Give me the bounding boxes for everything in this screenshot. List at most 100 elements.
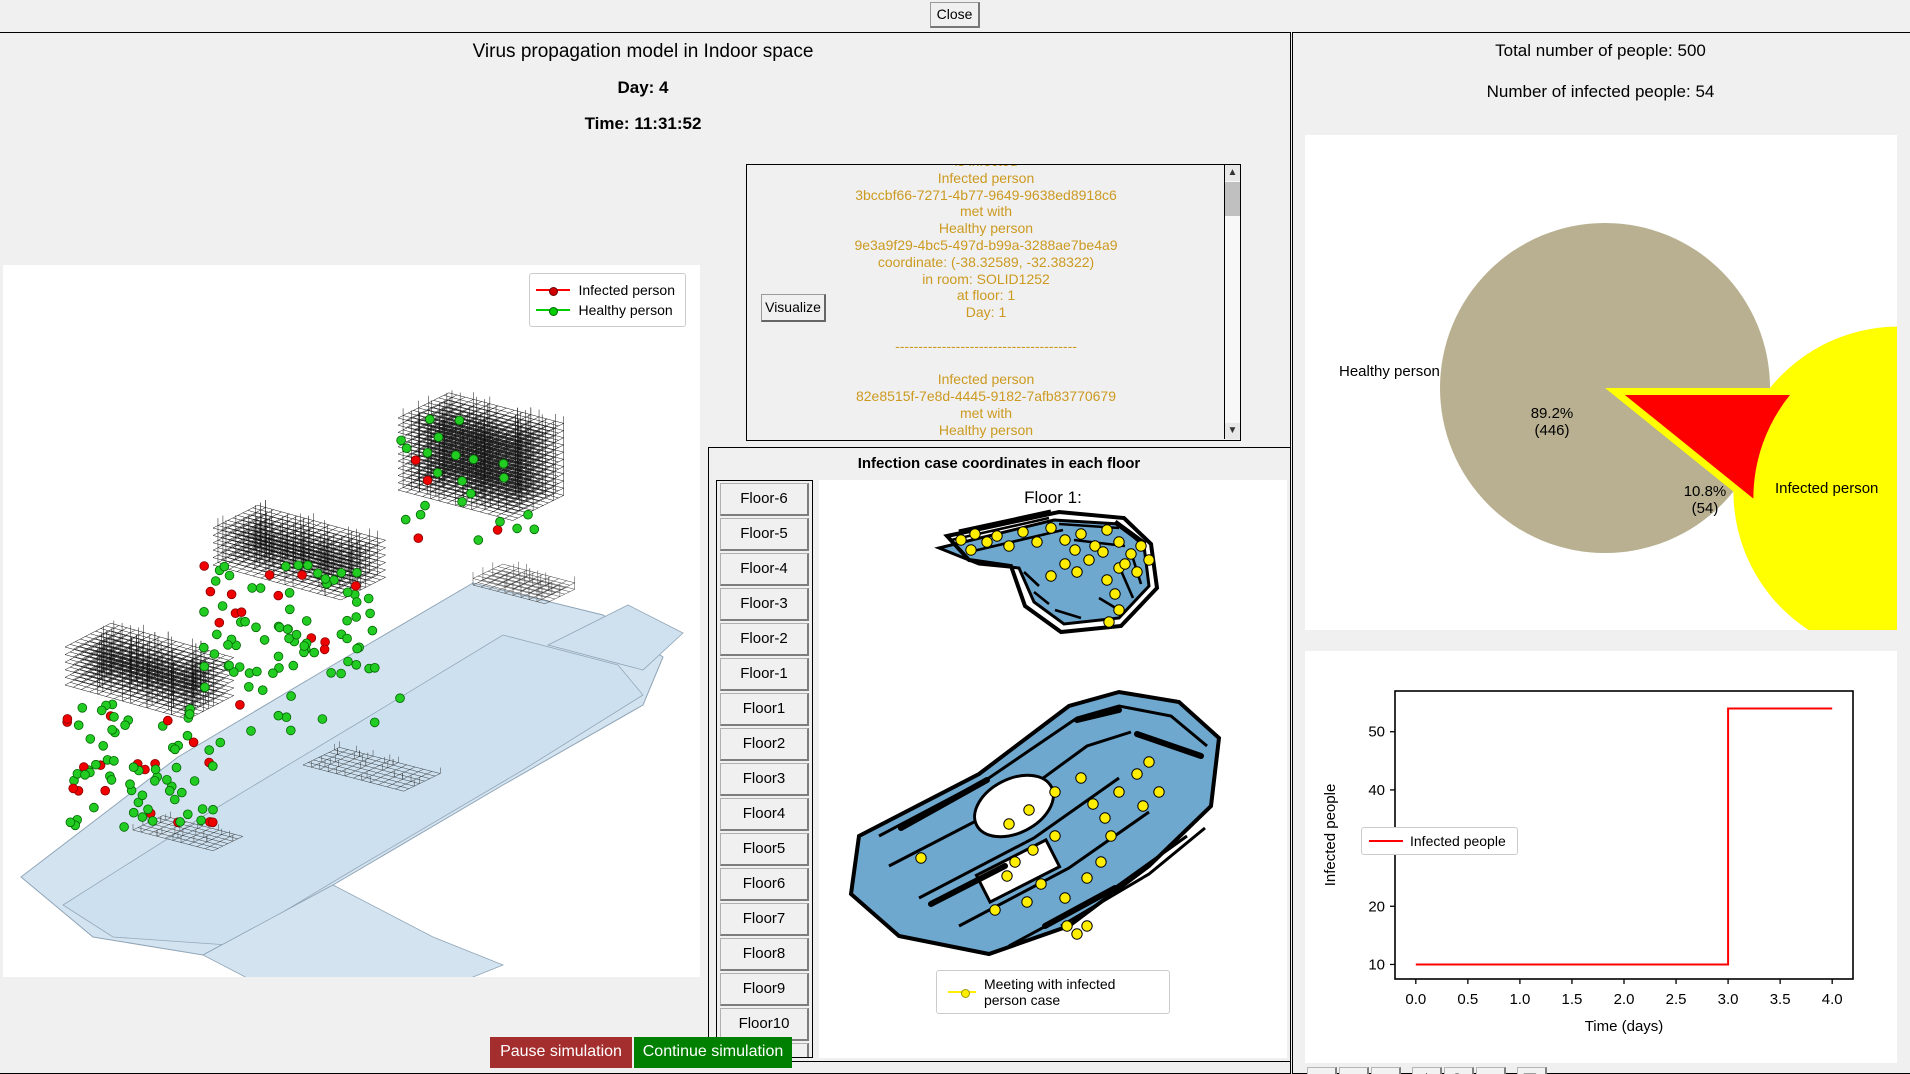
- line-legend-label: Infected people: [1410, 833, 1506, 849]
- healthy-person-dot: [244, 681, 254, 692]
- floor-button-floor5[interactable]: Floor5: [720, 833, 809, 866]
- meeting-case-dot: [1045, 570, 1057, 582]
- visualize-button[interactable]: Visualize: [761, 294, 826, 322]
- page-title: Virus propagation model in Indoor space: [472, 41, 814, 62]
- home-icon[interactable]: [1307, 1067, 1337, 1074]
- pause-simulation-button[interactable]: Pause simulation: [490, 1037, 632, 1068]
- meeting-case-dot: [1101, 574, 1113, 586]
- healthy-person-dot: [433, 432, 444, 443]
- pie-svg: [1440, 223, 1910, 657]
- floor-button-floor8[interactable]: Floor8: [720, 938, 809, 971]
- meeting-case-dot: [1101, 524, 1113, 536]
- healthy-person-dot: [400, 514, 411, 525]
- meeting-case-dot: [1113, 786, 1125, 798]
- back-arrow-icon[interactable]: [1339, 1067, 1369, 1074]
- healthy-person-dot: [468, 454, 479, 465]
- time-label: Time: 11:31:52: [584, 114, 702, 133]
- healthy-person-dot: [170, 794, 180, 805]
- x-tick-label: 4.0: [1822, 991, 1843, 1008]
- meeting-case-dot: [1125, 548, 1137, 560]
- scrollbar-thumb[interactable]: [1225, 182, 1240, 216]
- floor-button-floor-3[interactable]: Floor-3: [720, 588, 809, 621]
- floor-button-floor4[interactable]: Floor4: [720, 798, 809, 831]
- floor-button-floor6[interactable]: Floor6: [720, 868, 809, 901]
- healthy-person-dot: [498, 458, 509, 469]
- floor-button-floor-4[interactable]: Floor-4: [720, 553, 809, 586]
- healthy-person-dot: [336, 567, 347, 578]
- healthy-person-dot: [291, 629, 302, 640]
- healthy-person-dot: [224, 660, 234, 671]
- healthy-person-dot: [208, 804, 218, 815]
- building-3d-view[interactable]: Infected person Healthy person: [3, 265, 700, 1008]
- healthy-person-dot: [495, 516, 505, 527]
- floor-button-floor9[interactable]: Floor9: [720, 973, 809, 1006]
- pan-icon[interactable]: [1412, 1067, 1442, 1074]
- infection-line-chart[interactable]: 0.00.51.01.52.02.53.03.54.01020304050Tim…: [1305, 651, 1897, 1063]
- configure-subplots-icon[interactable]: [1476, 1067, 1506, 1074]
- floor-button-floor-1[interactable]: Floor-1: [720, 658, 809, 691]
- meeting-case-dot: [1003, 540, 1015, 552]
- meeting-case-dot: [969, 528, 981, 540]
- zoom-icon[interactable]: [1444, 1067, 1474, 1074]
- healthy-person-dot: [199, 661, 210, 672]
- floor-button-list[interactable]: Floor-6 Floor-5 Floor-4 Floor-3 Floor-2 Floor…: [716, 480, 813, 1058]
- infected-person-dot: [273, 590, 284, 601]
- x-tick-label: 1.5: [1562, 991, 1583, 1008]
- healthy-person-dot: [312, 568, 323, 579]
- continue-simulation-button[interactable]: Continue simulation: [634, 1037, 792, 1068]
- meeting-case-dot: [1071, 566, 1083, 578]
- meeting-case-dot: [1021, 896, 1033, 908]
- forward-arrow-icon[interactable]: [1371, 1067, 1401, 1074]
- healthy-person-dot: [175, 817, 185, 827]
- healthy-person-dot: [273, 710, 284, 721]
- close-button[interactable]: Close: [930, 2, 980, 28]
- healthy-person-dot: [457, 497, 467, 507]
- healthy-person-dot: [89, 802, 99, 813]
- healthy-person-dot: [499, 473, 509, 483]
- infected-person-dot: [492, 525, 503, 535]
- meeting-case-dot: [1023, 804, 1035, 816]
- healthy-person-dot: [320, 574, 331, 584]
- healthy-person-dot: [257, 685, 268, 696]
- x-tick-label: 0.5: [1457, 991, 1478, 1008]
- floor-button-floor2[interactable]: Floor2: [720, 728, 809, 761]
- pie-canvas: Healthy person Infected person 89.2% (44…: [1305, 135, 1910, 657]
- healthy-person-dot: [246, 726, 256, 736]
- simulation-panel: Virus propagation model in Indoor space …: [0, 32, 1291, 1074]
- healthy-person-dot: [164, 785, 175, 796]
- scroll-down-icon[interactable]: ▼: [1225, 423, 1240, 439]
- healthy-person-dot: [282, 624, 293, 635]
- meeting-case-marker-icon: [948, 988, 976, 998]
- healthy-person-dot: [204, 745, 215, 755]
- floor-button-floor1[interactable]: Floor1: [720, 693, 809, 726]
- healthy-person-dot: [259, 635, 270, 645]
- healthy-person-dot: [352, 643, 362, 654]
- healthy-person-dot: [143, 804, 153, 815]
- floorplan-view[interactable]: Floor 1: Meeting with infected person ca…: [819, 480, 1287, 1058]
- floor-button-floor3[interactable]: Floor3: [720, 763, 809, 796]
- floor-button-floor7[interactable]: Floor7: [720, 903, 809, 936]
- meeting-case-dot: [1135, 540, 1147, 552]
- infection-pie-chart[interactable]: Healthy person Infected person 89.2% (44…: [1305, 135, 1910, 657]
- line-chart-legend: Infected people: [1361, 827, 1518, 855]
- x-tick-label: 0.0: [1405, 991, 1426, 1008]
- infected-person-dot: [163, 715, 173, 726]
- scroll-up-icon[interactable]: ▲: [1225, 165, 1240, 181]
- healthy-person-dot: [342, 587, 353, 598]
- save-icon[interactable]: [1517, 1067, 1547, 1074]
- legend-row-infected: Infected person: [536, 280, 675, 300]
- log-scrollbar[interactable]: ▲ ▼: [1224, 165, 1240, 439]
- healthy-person-dot: [128, 807, 139, 818]
- healthy-person-dot: [343, 656, 353, 667]
- healthy-person-dot: [251, 622, 261, 633]
- floor-button-floor-5[interactable]: Floor-5: [720, 518, 809, 551]
- floor-button-floor-6[interactable]: Floor-6: [720, 483, 809, 516]
- healthy-person-dot: [351, 612, 362, 622]
- matplotlib-toolbar[interactable]: [1307, 1065, 1549, 1074]
- healthy-person-dot: [107, 724, 117, 735]
- floor-button-floor-2[interactable]: Floor-2: [720, 623, 809, 656]
- healthy-person-dot: [336, 668, 346, 679]
- y-axis-label: Infected people: [1322, 784, 1339, 887]
- floors-panel-title: Infection case coordinates in each floor: [857, 455, 1141, 472]
- meeting-case-dots: [915, 522, 1165, 940]
